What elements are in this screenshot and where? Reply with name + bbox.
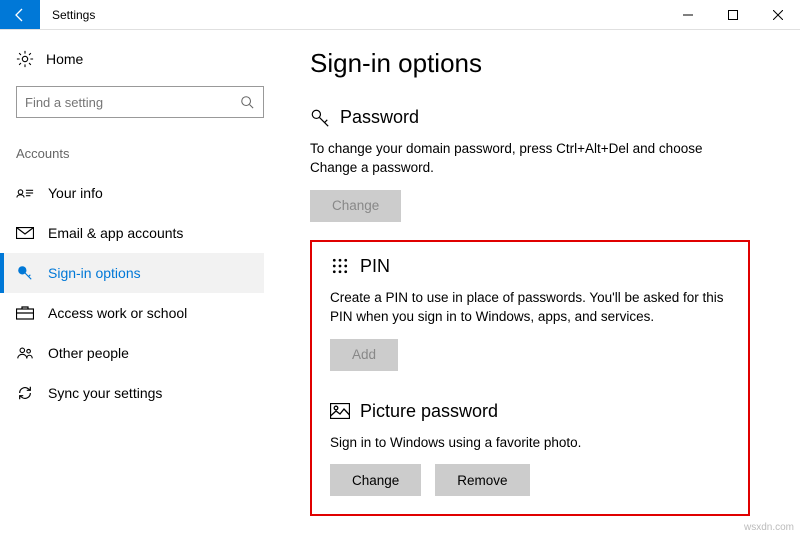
picture-remove-button[interactable]: Remove [435, 464, 529, 496]
pin-add-button[interactable]: Add [330, 339, 398, 371]
close-icon [773, 10, 783, 20]
sidebar-item-label: Sign-in options [48, 265, 141, 281]
back-button[interactable] [0, 0, 40, 29]
sidebar-item-other-people[interactable]: Other people [0, 333, 264, 373]
window-title: Settings [40, 0, 665, 29]
key-icon [16, 264, 34, 282]
sidebar-item-label: Your info [48, 185, 103, 201]
maximize-button[interactable] [710, 0, 755, 29]
pin-desc: Create a PIN to use in place of password… [330, 289, 730, 327]
window-controls [665, 0, 800, 29]
person-card-icon [16, 184, 34, 202]
category-heading: Accounts [16, 146, 264, 161]
search-box[interactable] [16, 86, 264, 118]
sidebar-item-your-info[interactable]: Your info [0, 173, 264, 213]
sidebar-item-email[interactable]: Email & app accounts [0, 213, 264, 253]
sync-icon [16, 384, 34, 402]
sidebar-item-label: Other people [48, 345, 129, 361]
password-heading-row: Password [310, 107, 770, 128]
briefcase-icon [16, 304, 34, 322]
sidebar-item-sync[interactable]: Sync your settings [0, 373, 264, 413]
mail-icon [16, 224, 34, 242]
sidebar-item-signin[interactable]: Sign-in options [0, 253, 264, 293]
sidebar-item-label: Email & app accounts [48, 225, 183, 241]
keypad-icon [330, 256, 350, 276]
minimize-button[interactable] [665, 0, 710, 29]
close-button[interactable] [755, 0, 800, 29]
pin-heading-row: PIN [330, 256, 730, 277]
arrow-left-icon [12, 7, 28, 23]
main-content: Sign-in options Password To change your … [280, 30, 800, 535]
picture-heading: Picture password [360, 401, 498, 422]
home-link[interactable]: Home [16, 50, 264, 68]
picture-heading-row: Picture password [330, 401, 730, 422]
picture-desc: Sign in to Windows using a favorite phot… [330, 434, 730, 453]
people-icon [16, 344, 34, 362]
sidebar: Home Accounts Your info Email & app acco… [0, 30, 280, 535]
password-change-button[interactable]: Change [310, 190, 401, 222]
pin-heading: PIN [360, 256, 390, 277]
minimize-icon [683, 10, 693, 20]
sidebar-item-label: Sync your settings [48, 385, 162, 401]
search-icon [239, 94, 255, 110]
search-input[interactable] [25, 95, 239, 110]
highlight-box: PIN Create a PIN to use in place of pass… [310, 240, 750, 517]
home-label: Home [46, 51, 83, 67]
page-title: Sign-in options [310, 48, 770, 79]
titlebar: Settings [0, 0, 800, 30]
key-icon [310, 108, 330, 128]
password-heading: Password [340, 107, 419, 128]
maximize-icon [728, 10, 738, 20]
picture-change-button[interactable]: Change [330, 464, 421, 496]
sidebar-item-label: Access work or school [48, 305, 187, 321]
sidebar-item-work[interactable]: Access work or school [0, 293, 264, 333]
watermark: wsxdn.com [744, 522, 794, 533]
gear-icon [16, 50, 34, 68]
picture-icon [330, 401, 350, 421]
password-desc: To change your domain password, press Ct… [310, 140, 730, 178]
